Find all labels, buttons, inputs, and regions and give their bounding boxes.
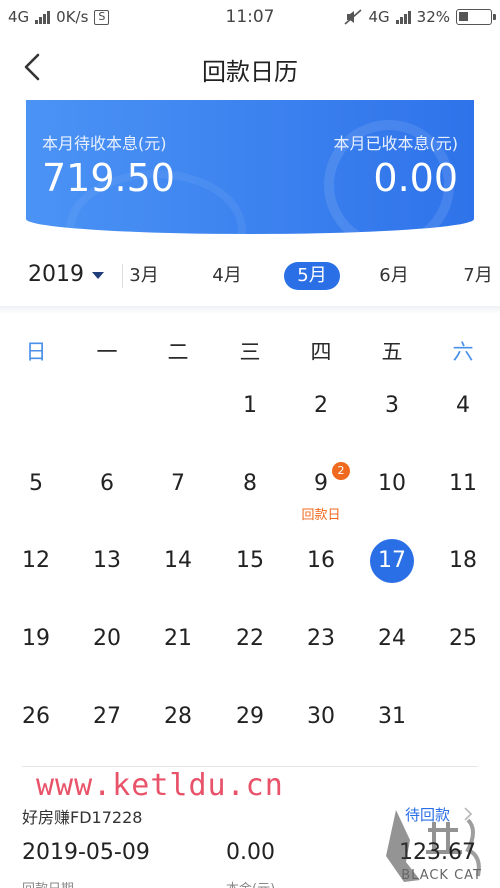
weekday-header: 二 (167, 340, 189, 364)
loan-value-mid: 0.00 (226, 840, 275, 865)
calendar-day[interactable]: 27 (85, 695, 129, 739)
calendar-day-today[interactable]: 17 (370, 539, 414, 583)
calendar-day[interactable]: 23 (299, 617, 343, 661)
weekday-header: 四 (310, 340, 332, 364)
watermark: www.ketldu.cn (36, 768, 284, 803)
month-tab-6[interactable]: 6月 (366, 262, 422, 290)
calendar-day[interactable]: 5 (14, 462, 58, 506)
calendar-day[interactable]: 24 (370, 617, 414, 661)
calendar-day[interactable]: 8 (228, 462, 272, 506)
calendar-day[interactable]: 22 (228, 617, 272, 661)
calendar-day[interactable]: 26 (14, 695, 58, 739)
network-label-right: 4G (368, 8, 390, 26)
calendar-day[interactable]: 16 (299, 539, 343, 583)
weekday-header: 五 (381, 340, 403, 364)
calendar-day[interactable]: 18 (441, 539, 485, 583)
repay-count-badge: 2 (332, 462, 350, 480)
calendar-day[interactable]: 21 (156, 617, 200, 661)
battery-fill (459, 12, 468, 21)
weekday-header: 三 (239, 340, 261, 364)
calendar-day[interactable]: 29 (228, 695, 272, 739)
pending-value: 719.50 (42, 156, 175, 200)
received-label: 本月已收本息(元) (333, 134, 459, 153)
summary-card: 本月待收本息(元) 719.50 本月已收本息(元) 0.00 (26, 100, 474, 234)
signal-icon-right (395, 10, 411, 24)
calendar-day[interactable]: 2 (299, 384, 343, 428)
calendar-day[interactable]: 13 (85, 539, 129, 583)
weekday-header: 日 (25, 340, 47, 364)
shadow (0, 306, 500, 314)
pending-label: 本月待收本息(元) (42, 134, 167, 153)
loan-name: 好房赚FD17228 (22, 808, 143, 827)
status-right: 4G 32% (344, 8, 496, 26)
month-selector: 2019 3月 4月 5月 6月 7月 (0, 244, 500, 306)
calendar-day[interactable]: 30 (299, 695, 343, 739)
calendar-day[interactable]: 1 (228, 384, 272, 428)
battery-icon (456, 9, 496, 25)
divider-line (22, 766, 478, 767)
loan-date: 2019-05-09 (22, 840, 150, 865)
caret-down-icon (92, 271, 104, 279)
calendar-day[interactable]: 10 (370, 462, 414, 506)
calendar-day[interactable]: 12 (14, 539, 58, 583)
month-tab-5[interactable]: 5月 (284, 262, 340, 290)
mute-icon (344, 9, 363, 25)
calendar-day[interactable]: 11 (441, 462, 485, 506)
weekday-header: 一 (96, 340, 118, 364)
month-tab-3[interactable]: 3月 (116, 262, 172, 290)
calendar-day[interactable]: 4 (441, 384, 485, 428)
battery-percent: 32% (416, 8, 450, 26)
loan-sub-mid: 本金(元) (226, 878, 275, 888)
month-tab-4[interactable]: 4月 (199, 262, 255, 290)
year-dropdown[interactable]: 2019 (28, 262, 104, 287)
app-header: 回款日历 (0, 34, 500, 100)
calendar-day[interactable]: 6 (85, 462, 129, 506)
calendar-day[interactable]: 28 (156, 695, 200, 739)
status-bar: 4G 0K/s S 11:07 4G 32% (0, 0, 500, 34)
calendar-day[interactable]: 7 (156, 462, 200, 506)
calendar-day[interactable]: 15 (228, 539, 272, 583)
page-title: 回款日历 (202, 58, 298, 86)
calendar-day[interactable]: 14 (156, 539, 200, 583)
year-label: 2019 (28, 262, 84, 287)
calendar-day[interactable]: 20 (85, 617, 129, 661)
calendar-day[interactable]: 19 (14, 617, 58, 661)
calendar-day[interactable]: 31 (370, 695, 414, 739)
weekday-header: 六 (452, 340, 474, 364)
loan-sub-left: 回款日期 (22, 878, 74, 888)
logo-text: BLACK CAT (401, 868, 482, 883)
calendar-day[interactable]: 3 (370, 384, 414, 428)
month-tab-7[interactable]: 7月 (450, 262, 500, 290)
repay-day-label: 回款日 (301, 508, 341, 523)
calendar-day[interactable]: 25 (441, 617, 485, 661)
received-value: 0.00 (373, 156, 458, 200)
